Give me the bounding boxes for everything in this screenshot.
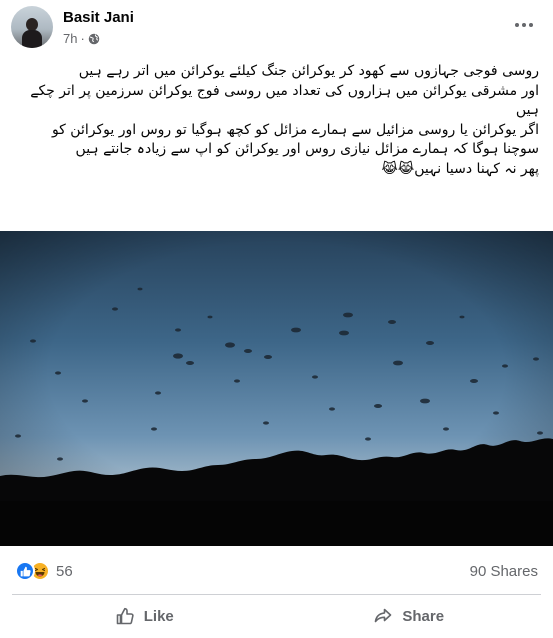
parachutes-sky-image	[0, 231, 553, 546]
share-button[interactable]: Share	[277, 597, 542, 635]
post-actions: Like Share	[12, 597, 541, 635]
post-header: Basit Jani 7h ·	[0, 0, 553, 58]
author-name[interactable]: Basit Jani	[63, 9, 134, 26]
like-reaction-icon	[15, 561, 35, 581]
shares-count[interactable]: 90 Shares	[470, 563, 538, 580]
reaction-summary[interactable]: 56	[15, 561, 73, 581]
share-label: Share	[402, 607, 445, 625]
share-icon	[375, 608, 392, 623]
post-photo[interactable]	[0, 231, 553, 546]
author-avatar[interactable]	[11, 6, 53, 48]
reaction-count: 56	[56, 562, 73, 580]
post-meta: 7h ·	[63, 31, 100, 46]
globe-icon[interactable]	[88, 33, 100, 45]
post-text-line: اور مشرقی یوکرائن میں ہزاروں کی تعداد می…	[30, 82, 539, 119]
post-text-line: روسی فوجی جہازوں سے کھود کر یوکرائن جنگ …	[78, 63, 539, 79]
post-text: روسی فوجی جہازوں سے کھود کر یوکرائن جنگ …	[12, 62, 539, 180]
divider	[12, 594, 541, 595]
engagement-bar: 56 90 Shares	[0, 552, 553, 590]
like-label: Like	[143, 607, 174, 625]
meta-separator: ·	[80, 31, 85, 46]
more-options-icon[interactable]	[513, 14, 535, 36]
post-text-line: اگر یوکرائن یا روسی مزائیل سے ہمارے مزائ…	[51, 121, 539, 158]
post-time[interactable]: 7h	[63, 31, 77, 46]
post-text-line: پھر نہ کہنا دسیا نہیں😹😹	[381, 160, 540, 177]
like-icon	[116, 607, 134, 625]
like-button[interactable]: Like	[12, 597, 277, 635]
